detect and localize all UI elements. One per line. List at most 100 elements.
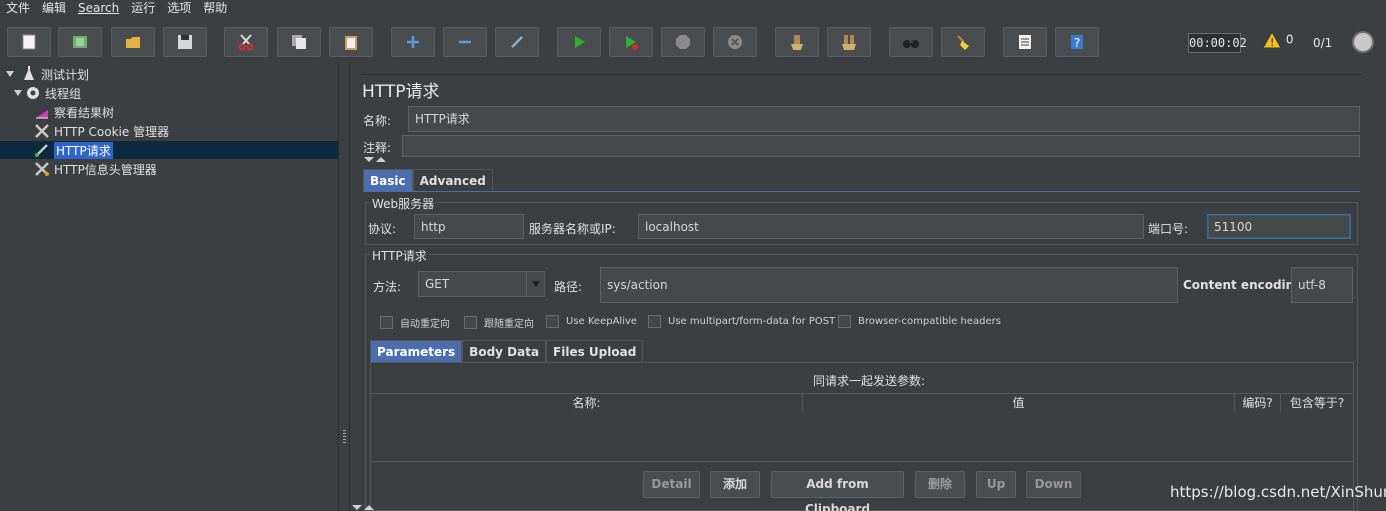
expand-arrow-icon[interactable]: [5, 69, 15, 79]
tree-item-cookie-manager[interactable]: HTTP Cookie 管理器: [34, 122, 169, 140]
tab-parameters[interactable]: Parameters: [370, 340, 463, 362]
web-server-title: Web服务器: [370, 195, 437, 212]
collapse-arrows-icon[interactable]: [364, 157, 388, 163]
protocol-label: 协议:: [368, 222, 397, 236]
add-from-clipboard-button[interactable]: Add from Clipboard: [771, 471, 904, 511]
method-label: 方法:: [373, 280, 402, 294]
start-no-pauses-button[interactable]: [609, 27, 653, 57]
cut-icon: [238, 34, 254, 51]
thread-count: 0/1: [1313, 36, 1333, 50]
multipart-checkbox[interactable]: Use multipart/form-data for POST: [648, 315, 835, 328]
pipette-icon: [35, 144, 48, 157]
checkbox-box[interactable]: [464, 316, 477, 329]
tree-item-label: 测试计划: [41, 67, 90, 82]
new-icon: [22, 34, 36, 50]
browser-compatible-checkbox[interactable]: Browser-compatible headers: [838, 315, 1001, 328]
auto-redirect-checkbox[interactable]: 自动重定向: [380, 315, 450, 330]
tab-advanced[interactable]: Advanced: [412, 169, 493, 191]
parameters-caption: 同请求一起发送参数:: [812, 374, 926, 388]
new-button[interactable]: [7, 27, 51, 57]
port-field[interactable]: 51100: [1207, 214, 1351, 239]
table-header: 名称: 值 编码? 包含等于?: [371, 393, 1353, 412]
start-button[interactable]: [557, 27, 601, 57]
keepalive-checkbox[interactable]: Use KeepAlive: [546, 315, 637, 328]
menu-file[interactable]: 文件: [0, 1, 36, 16]
expand-all-button[interactable]: [391, 27, 435, 57]
column-include-equals-header[interactable]: 包含等于?: [1281, 394, 1353, 412]
copy-button[interactable]: [277, 27, 321, 57]
toggle-button[interactable]: [495, 27, 539, 57]
search-button[interactable]: [889, 27, 933, 57]
tree-item-test-plan[interactable]: 测试计划: [5, 65, 89, 83]
warning-indicator[interactable]: ! 0: [1262, 30, 1294, 49]
gear-icon: [27, 87, 39, 99]
name-field[interactable]: HTTP请求: [408, 106, 1360, 132]
menu-help[interactable]: 帮助: [197, 1, 233, 16]
checkbox-box[interactable]: [648, 315, 661, 328]
comment-field[interactable]: [402, 135, 1360, 157]
down-button[interactable]: Down: [1026, 471, 1081, 498]
menu-search[interactable]: Search: [72, 1, 125, 16]
column-encode-header[interactable]: 编码?: [1235, 394, 1281, 412]
split-pane-divider[interactable]: [338, 62, 350, 511]
checkbox-box[interactable]: [546, 315, 559, 328]
column-name-header[interactable]: 名称:: [371, 394, 803, 412]
tab-files-upload[interactable]: Files Upload: [546, 340, 644, 362]
menu-options[interactable]: 选项: [161, 1, 197, 16]
collapse-all-button[interactable]: [443, 27, 487, 57]
checkbox-label: 自动重定向: [400, 319, 450, 330]
warning-count: 0: [1285, 32, 1294, 47]
dropdown-arrow[interactable]: [526, 272, 544, 296]
server-field[interactable]: localhost: [638, 214, 1144, 239]
method-value: GET: [425, 277, 450, 291]
open-button[interactable]: [111, 27, 155, 57]
toolbar: ? 00:00:02 ! 0 0/1: [0, 17, 1386, 67]
menu-edit[interactable]: 编辑: [36, 1, 72, 16]
save-button[interactable]: [163, 27, 207, 57]
expand-icon: [407, 36, 419, 48]
tree-item-http-request[interactable]: HTTP请求: [0, 141, 338, 159]
shutdown-button[interactable]: [713, 27, 757, 57]
help-icon: ?: [1071, 35, 1083, 50]
checkbox-box[interactable]: [380, 316, 393, 329]
svg-text:?: ?: [1074, 36, 1080, 50]
tree-item-label: HTTP Cookie 管理器: [54, 124, 170, 139]
tab-basic[interactable]: Basic: [363, 169, 413, 191]
add-button[interactable]: 添加: [710, 471, 760, 498]
paste-button[interactable]: [329, 27, 373, 57]
help-button[interactable]: ?: [1055, 27, 1099, 57]
menu-run[interactable]: 运行: [125, 1, 161, 16]
templates-button[interactable]: [58, 27, 102, 57]
path-field[interactable]: sys/action: [600, 267, 1178, 303]
tree-item-header-manager[interactable]: HTTP信息头管理器: [34, 160, 157, 178]
bottom-collapse-arrows-icon[interactable]: [352, 505, 376, 511]
path-label: 路径:: [554, 280, 583, 294]
stop-button[interactable]: [661, 27, 705, 57]
tree-item-results-tree[interactable]: 察看结果树: [34, 103, 114, 121]
column-value-header[interactable]: 值: [803, 394, 1235, 412]
save-icon: [178, 35, 192, 49]
clear-button[interactable]: [775, 27, 819, 57]
tab-body-data[interactable]: Body Data: [462, 340, 547, 362]
clear-all-button[interactable]: [827, 27, 871, 57]
toggle-icon: [511, 36, 523, 48]
checkbox-box[interactable]: [838, 315, 851, 328]
divider: [362, 74, 1362, 75]
detail-button[interactable]: Detail: [643, 471, 700, 498]
expand-arrow-icon[interactable]: [13, 88, 23, 98]
tree-item-thread-group[interactable]: 线程组: [13, 84, 81, 102]
follow-redirect-checkbox[interactable]: 跟随重定向: [464, 315, 534, 330]
method-select[interactable]: GET: [418, 271, 545, 297]
protocol-field[interactable]: http: [414, 214, 524, 239]
copy-icon: [292, 35, 306, 49]
splitter-grip[interactable]: [343, 430, 346, 444]
cut-button[interactable]: [224, 27, 268, 57]
reset-search-button[interactable]: [941, 27, 985, 57]
remote-globe-icon[interactable]: [1352, 31, 1374, 53]
delete-button[interactable]: 删除: [915, 471, 965, 498]
up-button[interactable]: Up: [976, 471, 1016, 498]
function-helper-button[interactable]: [1003, 27, 1047, 57]
name-label: 名称:: [363, 114, 392, 128]
encoding-field[interactable]: utf-8: [1291, 267, 1353, 303]
checkbox-label: 跟随重定向: [484, 319, 534, 330]
